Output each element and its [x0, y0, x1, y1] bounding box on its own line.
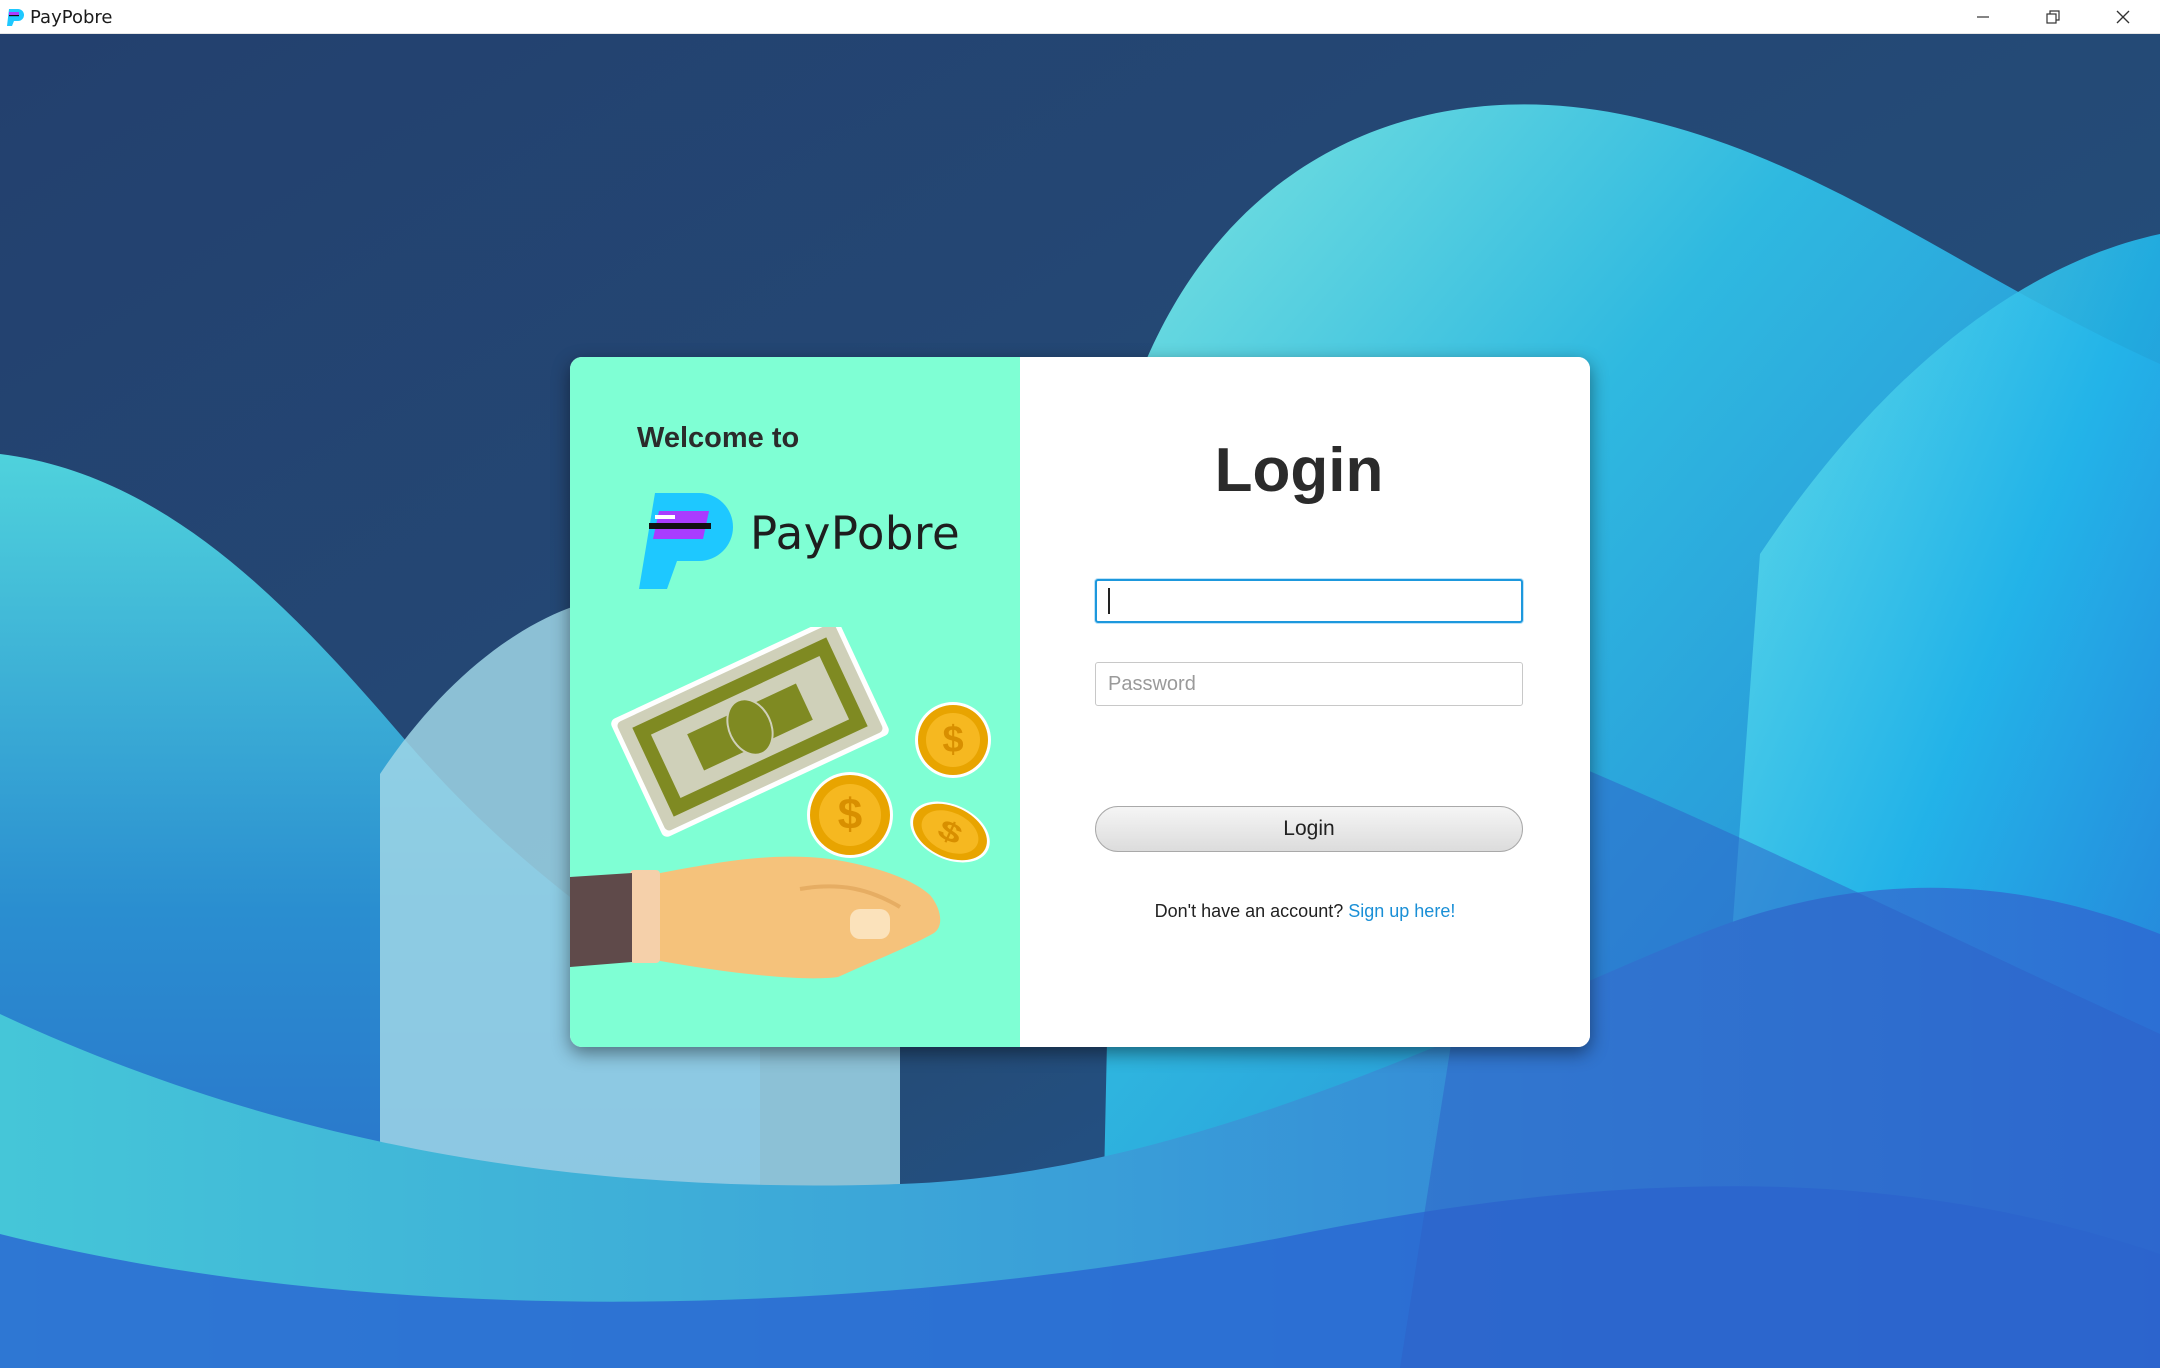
signup-link[interactable]: Sign up here! — [1348, 901, 1455, 921]
close-icon — [2116, 10, 2130, 24]
svg-text:$: $ — [942, 719, 963, 761]
welcome-heading: Welcome to — [637, 422, 800, 454]
login-title: Login — [1214, 436, 1384, 505]
content-area: Welcome to PayPobre $ $ $ Login Login Do… — [0, 34, 2160, 1368]
text-caret — [1108, 588, 1110, 614]
minimize-icon — [1977, 16, 1989, 18]
welcome-panel: Welcome to PayPobre $ $ $ — [570, 357, 1020, 1047]
close-button[interactable] — [2088, 0, 2158, 34]
password-input[interactable] — [1095, 662, 1523, 706]
minimize-button[interactable] — [1948, 0, 2018, 34]
app-logo-icon — [7, 9, 24, 26]
paypobre-logo-icon — [639, 493, 733, 589]
username-input[interactable] — [1095, 579, 1523, 623]
window-title: PayPobre — [30, 7, 113, 28]
app-window: PayPobre Welcome to PayPobre $ $ $ Login… — [0, 0, 2160, 1368]
signup-prompt: Don't have an account? — [1154, 901, 1344, 921]
restore-button[interactable] — [2018, 0, 2088, 34]
login-button[interactable]: Login — [1095, 806, 1523, 852]
title-bar[interactable]: PayPobre — [0, 0, 2160, 34]
money-hand-illustration: $ $ $ — [570, 627, 991, 979]
login-button-label: Login — [1283, 817, 1335, 840]
svg-text:$: $ — [838, 790, 862, 839]
signup-prompt-line: Don't have an account? Sign up here! — [1020, 901, 1590, 922]
brand-name: PayPobre — [750, 507, 961, 560]
restore-icon — [2046, 10, 2060, 24]
